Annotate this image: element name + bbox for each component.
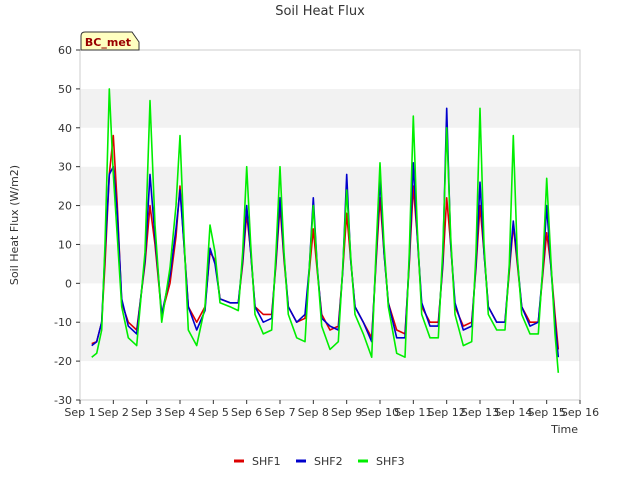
legend-label-shf2: SHF2 xyxy=(314,455,343,468)
grid-band xyxy=(80,361,580,400)
legend: SHF1 SHF2 SHF3 xyxy=(234,455,405,468)
y-tick-label: -10 xyxy=(54,316,72,329)
y-tick-label: 10 xyxy=(58,238,72,251)
x-tick-label: Sep 7 xyxy=(264,406,295,419)
y-tick-label: -20 xyxy=(54,355,72,368)
y-tick-label: 40 xyxy=(58,122,72,135)
grid-band xyxy=(80,88,580,128)
grid-band xyxy=(80,50,580,89)
y-tick-label: 60 xyxy=(58,44,72,57)
y-tick-label: 20 xyxy=(58,200,72,213)
x-tick-label: Sep 4 xyxy=(164,406,195,419)
legend-label-shf3: SHF3 xyxy=(376,455,405,468)
x-axis-ticks: Sep 1 Sep 2 Sep 3 Sep 4 Sep 5 Sep 6 Sep 7 Sep 8… xyxy=(64,400,599,419)
x-tick-label: Sep 9 xyxy=(331,406,362,419)
x-tick-label: Sep 3 xyxy=(131,406,162,419)
x-tick-label: Sep 16 xyxy=(561,406,599,419)
station-tag: BC_met xyxy=(80,31,140,51)
y-axis-ticks: -30-20-100102030405060 xyxy=(54,44,80,407)
x-tick-label: Sep 8 xyxy=(298,406,329,419)
x-tick-label: Sep 2 xyxy=(98,406,129,419)
x-tick-label: Sep 1 xyxy=(64,406,95,419)
y-axis-label: Soil Heat Flux (W/m2) xyxy=(8,165,21,285)
grid-band xyxy=(80,166,580,206)
grid-band xyxy=(80,127,580,167)
y-tick-label: 30 xyxy=(58,161,72,174)
soil-heat-flux-chart: -30-20-100102030405060 Sep 1 Sep 2 Sep 3 Se… xyxy=(8,4,599,468)
x-tick-label: Sep 5 xyxy=(198,406,229,419)
chart-title: Soil Heat Flux xyxy=(275,4,365,19)
y-tick-label: 50 xyxy=(58,83,72,96)
x-axis-label: Time xyxy=(550,423,578,436)
y-tick-label: 0 xyxy=(65,277,72,290)
x-tick-label: Sep 6 xyxy=(231,406,262,419)
station-tag-label: BC_met xyxy=(85,36,131,49)
legend-label-shf1: SHF1 xyxy=(252,455,281,468)
